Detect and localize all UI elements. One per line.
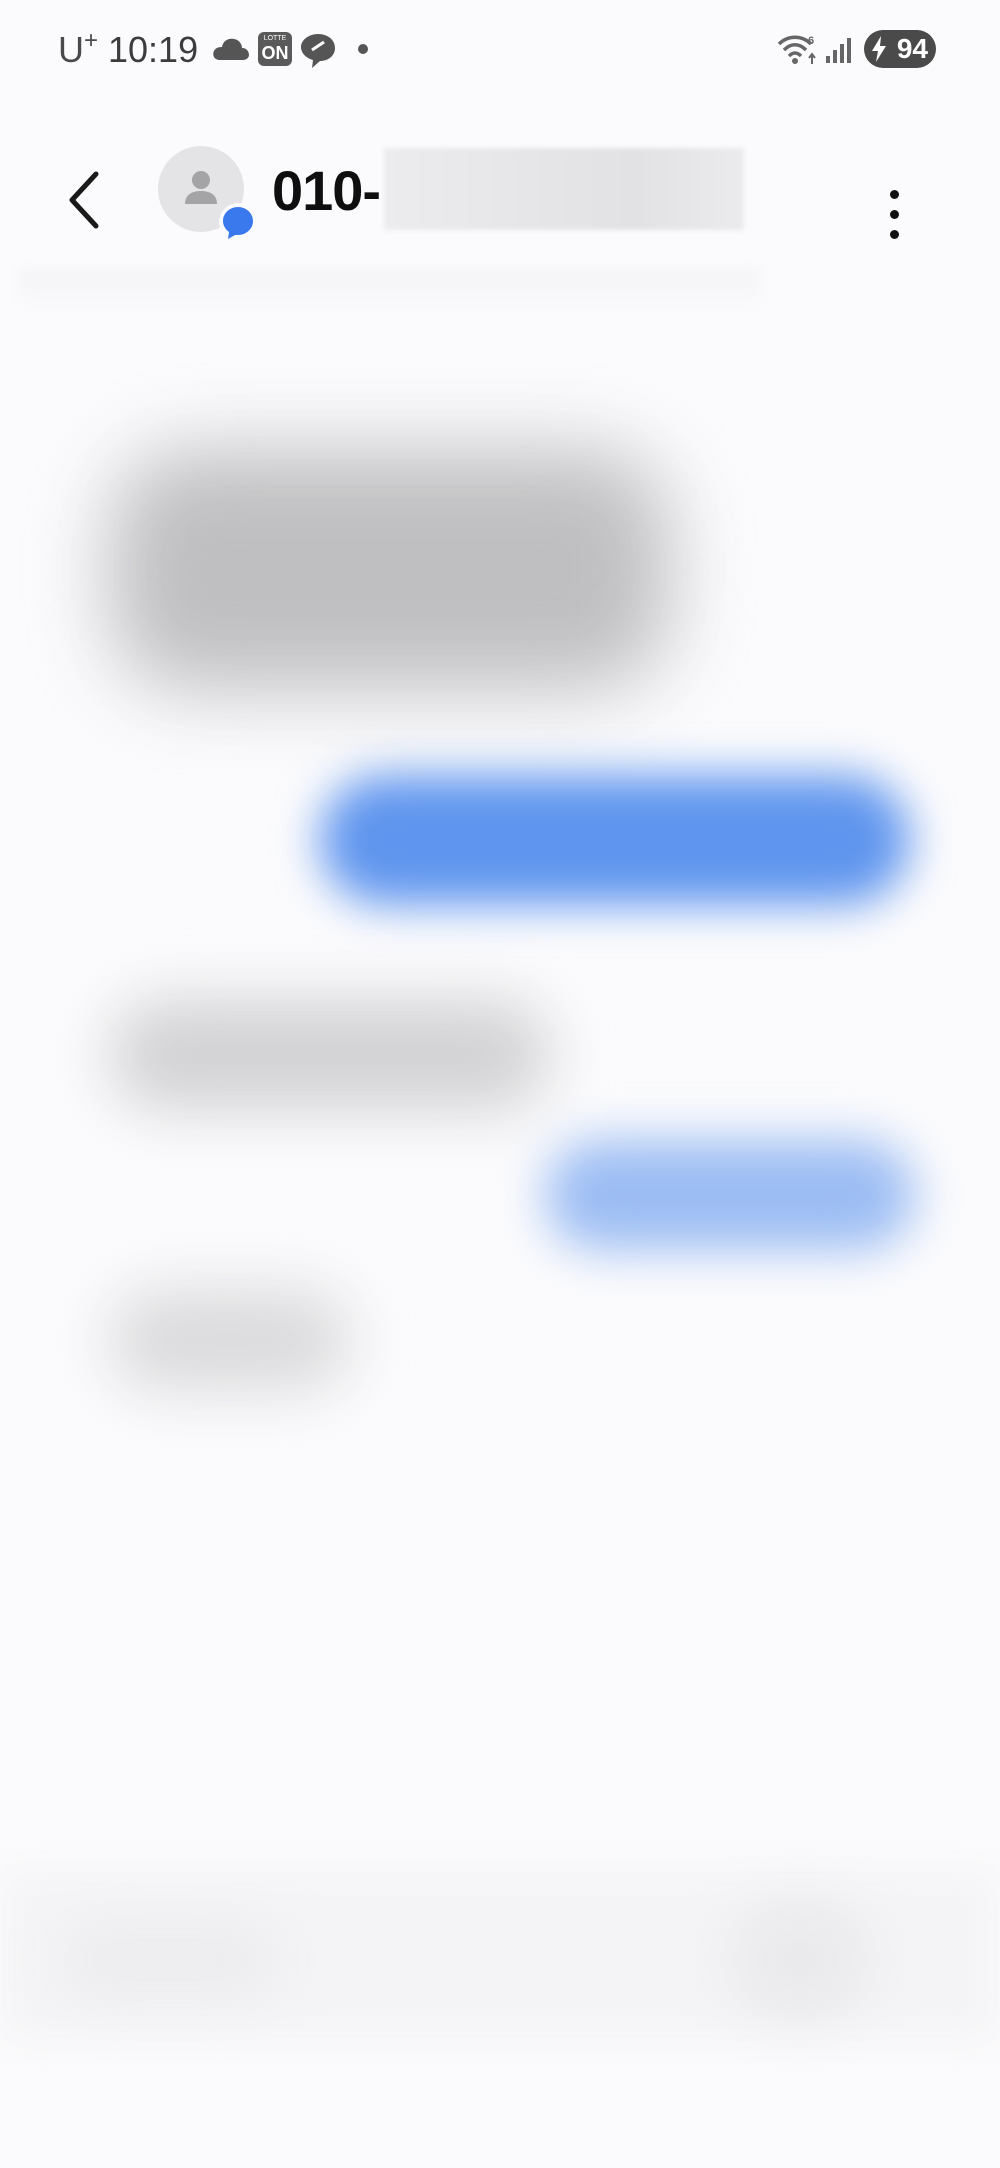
app-bar: 010- [0,130,1000,290]
incoming-message-bubble [110,1000,550,1110]
wifi-6-icon: 6 [777,35,816,64]
outgoing-message-bubble [320,775,910,905]
svg-text:6: 6 [808,35,814,47]
redacted-phone-number [384,148,744,230]
cloud-icon [213,38,249,60]
app-bar-shadow [20,270,760,310]
composer-input-blurred[interactable] [60,1920,280,2000]
status-time: 10:19 [108,29,199,70]
signal-icon [826,38,851,63]
notification-dot-icon [358,44,368,54]
chat-bubble-badge-icon [219,203,257,241]
lotte-on-big-text: ON [261,43,289,63]
carrier-text: U [58,29,84,70]
lotte-on-icon: LOTTE ON [258,32,292,66]
outgoing-message-bubble [545,1140,915,1250]
message-composer [0,1860,1000,2060]
more-vertical-icon-dot-2 [890,210,899,219]
battery-indicator: 94 [864,30,936,68]
incoming-message-bubble [110,1290,350,1390]
send-button-blurred[interactable] [730,1900,870,2020]
message-list [0,320,1000,1820]
carrier-label: U+ [58,28,98,72]
incoming-message-bubble [110,450,670,690]
back-arrow-icon[interactable] [56,160,116,240]
battery-level: 94 [896,33,928,64]
chat-bubble-icon [301,34,335,68]
status-bar: U+ 10:19 LOTTE ON 6 94 [0,0,1000,100]
conversation-title: 010- [272,159,381,222]
more-vertical-icon-dot-3 [890,230,899,239]
battery-charging-icon [872,36,886,62]
carrier-plus: + [84,27,99,54]
more-vertical-icon-dot-1 [890,190,899,199]
more-options-button[interactable] [870,154,920,239]
